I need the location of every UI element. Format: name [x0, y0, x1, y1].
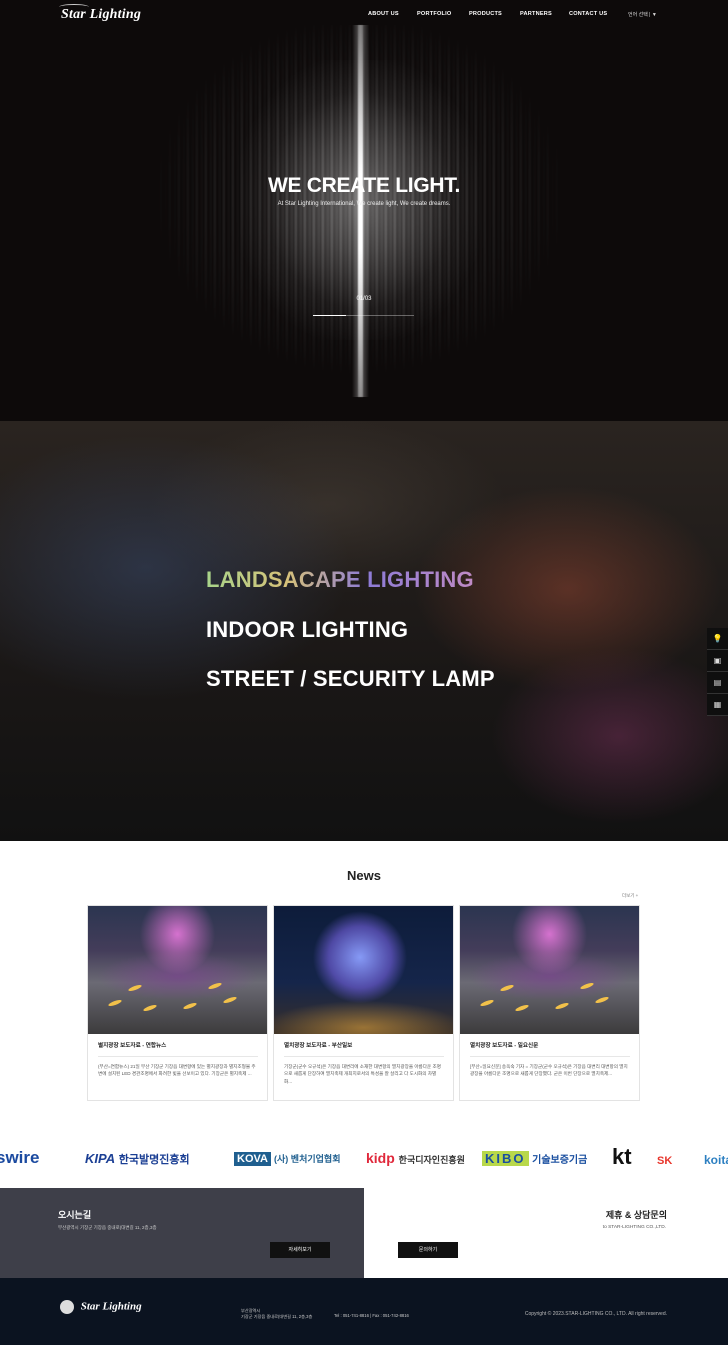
language-select[interactable]: 언어 선택 | ▼: [628, 11, 657, 18]
partner-name: KIPA: [85, 1151, 116, 1166]
nav-portfolio[interactable]: PORTFOLIO: [417, 11, 451, 17]
news-card-excerpt: (부산=연합뉴스) 21일 부산 기장군 기장읍 대변항에 있는 별지광장과 별…: [98, 1064, 256, 1077]
news-card-title: 멸치광장 보도자료 - 일요신문: [470, 1043, 539, 1049]
footer-street: 기장군 기장읍 중내로(대변길 11, 2층,3층: [241, 1314, 313, 1319]
inquiry-button[interactable]: 문의하기: [398, 1242, 458, 1258]
divider: [98, 1056, 258, 1057]
quick-menu: 💡 ▣ ▤ ▦: [707, 628, 728, 716]
site-header: Star Lighting ABOUT US PORTFOLIO PRODUCT…: [0, 0, 728, 28]
main-nav: ABOUT US PORTFOLIO PRODUCTS PARTNERS CON…: [0, 11, 728, 21]
hero-subtitle: At Star Lighting International, We creat…: [277, 201, 451, 207]
slide-progress-fill: [313, 315, 347, 316]
partner-name: SK: [657, 1155, 673, 1167]
footer-logo-text: Star Lighting: [80, 1300, 142, 1313]
partner-subname: 한국발명진흥회: [118, 1154, 190, 1166]
product-categories: LANDSACAPE LIGHTING INDOOR LIGHTING STRE…: [0, 421, 728, 841]
news-section: News 더보기 + 별지광장 보도자료 - 연합뉴스 (부산=연합뉴스) 21…: [0, 841, 728, 1124]
location-title: 오시는길: [58, 1210, 92, 1220]
divider: [284, 1056, 444, 1057]
partner-name: kidp: [366, 1150, 395, 1166]
news-card[interactable]: 별지광장 보도자료 - 연합뉴스 (부산=연합뉴스) 21일 부산 기장군 기장…: [87, 905, 268, 1101]
news-heading: News: [347, 868, 381, 883]
nav-about-us[interactable]: ABOUT US: [368, 11, 399, 17]
category-landscape[interactable]: LANDSACAPE LIGHTING: [206, 567, 474, 593]
news-image: [460, 906, 639, 1034]
catalog-icon[interactable]: ▣: [707, 650, 728, 672]
news-card-title: 별지광장 보도자료 - 연합뉴스: [98, 1043, 167, 1049]
partner-logo-sk[interactable]: SK: [657, 1155, 672, 1167]
slide-progress-bar[interactable]: [313, 315, 414, 316]
partner-logo-kibo[interactable]: KIBO 기술보증기금: [482, 1151, 587, 1166]
news-card-title: 멸치광장 보도자료 - 부산일보: [284, 1043, 353, 1049]
news-card[interactable]: 멸치광장 보도자료 - 부산일보 기장군(군수 오규석)은 기장읍 대변리에 소…: [273, 905, 454, 1101]
location-detail-button[interactable]: 자세히보기: [270, 1242, 330, 1258]
footer-address: 부산광역시 기장군 기장읍 중내로(대변길 11, 2층,3층: [241, 1308, 312, 1320]
nav-contact-us[interactable]: CONTACT US: [569, 11, 607, 17]
partner-name: koita: [704, 1153, 728, 1167]
partner-name: swire: [0, 1148, 40, 1167]
footer-copyright: Copyright © 2023.STAR-LIGHTING CO., LTD.…: [524, 1311, 667, 1317]
news-image: [274, 906, 453, 1034]
contact-recipient: to STAR-LIGHTING CO.,LTD.: [602, 1225, 666, 1230]
slide-counter: 01/03: [356, 296, 372, 302]
news-more-link[interactable]: 더보기 +: [622, 893, 638, 899]
lightbulb-icon[interactable]: 💡: [707, 628, 728, 650]
nav-partners[interactable]: PARTNERS: [520, 11, 552, 17]
news-image: [88, 906, 267, 1034]
nav-products[interactable]: PRODUCTS: [469, 11, 502, 17]
partner-subname: (사) 벤처기업협회: [274, 1154, 341, 1164]
partner-logo-kova[interactable]: KOVA (사) 벤처기업협회: [234, 1152, 341, 1166]
partner-logo-kipa[interactable]: KIPA 한국발명진흥회: [85, 1151, 190, 1167]
hero-title: WE CREATE LIGHT.: [268, 174, 460, 197]
partner-subname: 한국디자인진흥원: [398, 1155, 465, 1165]
partner-logos: swire KIPA 한국발명진흥회 KOVA (사) 벤처기업협회 kidp …: [0, 1124, 728, 1188]
contact-panel: 제휴 & 상담문의 to STAR-LIGHTING CO.,LTD. 문의하기: [364, 1188, 728, 1278]
partner-logo-swire[interactable]: swire: [0, 1148, 39, 1168]
logo-swoosh-icon: [59, 4, 89, 10]
contact-title: 제휴 & 상담문의: [605, 1210, 667, 1220]
hero-light-beam: [358, 25, 363, 397]
hero-slider: WE CREATE LIGHT. At Star Lighting Intern…: [0, 0, 728, 421]
category-indoor[interactable]: INDOOR LIGHTING: [206, 617, 408, 643]
site-footer: Star Lighting 부산광역시 기장군 기장읍 중내로(대변길 11, …: [0, 1278, 728, 1345]
partner-logo-kidp[interactable]: kidp 한국디자인진흥원: [366, 1150, 465, 1166]
qr-code-icon[interactable]: ▦: [707, 694, 728, 716]
news-card[interactable]: 멸치광장 보도자료 - 일요신문 [부산=일요신문] 송옥숙 기자 = 기장군(…: [459, 905, 640, 1101]
logo-emblem-icon: [60, 1300, 74, 1314]
divider: [470, 1056, 630, 1057]
news-card-excerpt: 기장군(군수 오규석)은 기장읍 대변리에 소재한 대변항의 멸치광장을 아름다…: [284, 1064, 441, 1084]
partner-logo-koita[interactable]: koita: [704, 1153, 728, 1167]
footer-logo[interactable]: Star Lighting: [60, 1300, 142, 1314]
location-panel: 오시는길 부산광역시 기장군 기장읍 중내로(대변길 11, 2층,3층 자세히…: [0, 1188, 364, 1278]
location-address: 부산광역시 기장군 기장읍 중내로(대변길 11, 2층,3층: [58, 1225, 157, 1230]
partner-name: kt: [612, 1144, 632, 1169]
partner-name: KOVA: [234, 1152, 271, 1166]
document-icon[interactable]: ▤: [707, 672, 728, 694]
footer-phone-fax: Tel : 051-741-8816 | Fax : 051-742-8816: [334, 1313, 409, 1318]
news-card-excerpt: [부산=일요신문] 송옥숙 기자 = 기장군(군수 오규석)은 기장읍 대변리 …: [470, 1064, 628, 1077]
partner-logo-kt[interactable]: kt: [612, 1144, 632, 1170]
category-street-security[interactable]: STREET / SECURITY LAMP: [206, 666, 495, 692]
partner-subname: 기술보증기금: [532, 1155, 588, 1166]
partner-name: KIBO: [482, 1151, 529, 1166]
